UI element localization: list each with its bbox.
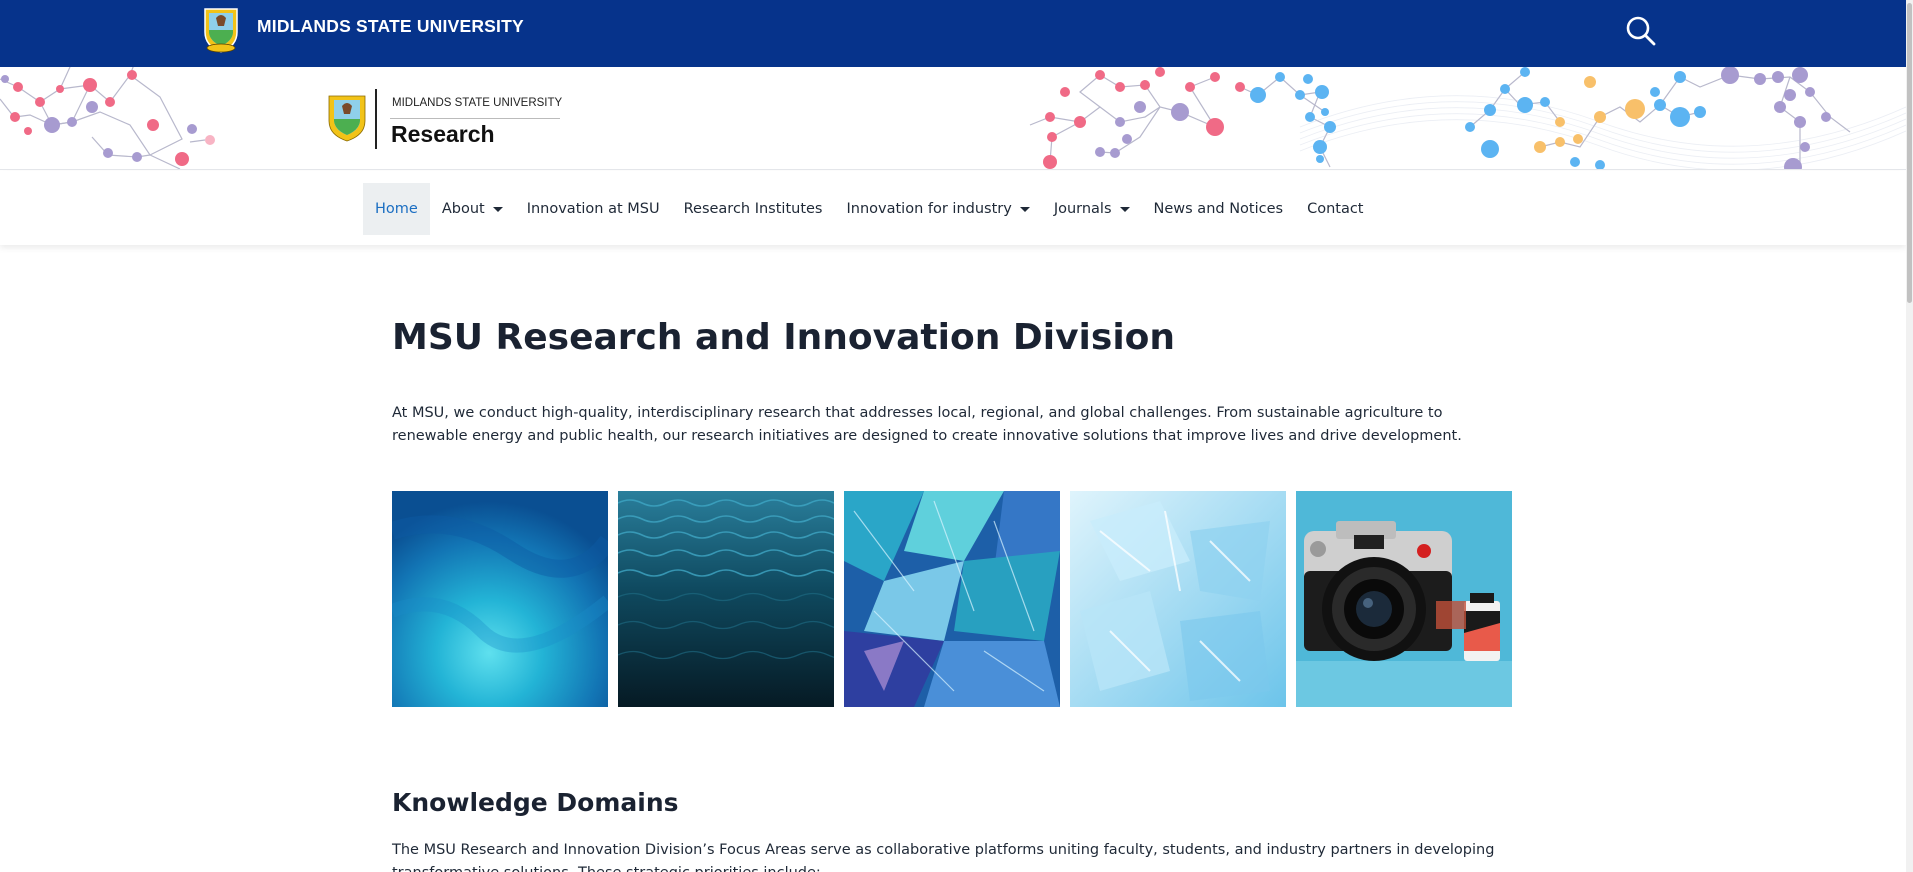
nav-item-news-and-notices[interactable]: News and Notices (1142, 183, 1296, 235)
intro-paragraph: At MSU, we conduct high-quality, interdi… (392, 405, 1462, 444)
nav-item-contact[interactable]: Contact (1295, 183, 1375, 235)
nav-item-label: Journals (1053, 201, 1112, 217)
nav-item-label: Contact (1307, 201, 1364, 217)
ice-crystals-image[interactable] (1070, 491, 1286, 707)
image-gallery (392, 491, 1514, 707)
blue-glass-shards-image-graphic (844, 491, 1060, 707)
research-logo-seal-icon[interactable] (325, 93, 369, 143)
search-icon[interactable] (1624, 14, 1658, 48)
top-bar: MIDLANDS STATE UNIVERSITY (0, 0, 1906, 67)
logo-underline (390, 118, 560, 119)
nav-item-label: Innovation at MSU (526, 201, 660, 217)
main-navigation: Home About Innovation at MSU Research Insti… (0, 171, 1906, 245)
nav-item-label: Research Institutes (683, 201, 823, 217)
leica-camera-image[interactable] (1296, 491, 1512, 707)
nav-item-about[interactable]: About (430, 183, 515, 235)
caret-down-icon (1019, 206, 1030, 212)
blue-water-image-graphic (392, 491, 608, 707)
leica-camera-image-graphic (1296, 491, 1512, 707)
nav-item-research-institutes[interactable]: Research Institutes (672, 183, 835, 235)
header-banner: MIDLANDS STATE UNIVERSITY Research (0, 67, 1906, 170)
section-paragraph: The MSU Research and Innovation Division… (392, 842, 1495, 872)
university-seal-icon[interactable] (199, 6, 243, 54)
dark-ocean-waves-image[interactable] (618, 491, 834, 707)
page-title: MSU Research and Innovation Division (392, 317, 1176, 358)
molecule-pattern-decoration (0, 67, 1906, 169)
blue-glass-shards-image[interactable] (844, 491, 1060, 707)
logo-divider (375, 89, 377, 149)
logo-university-text[interactable]: MIDLANDS STATE UNIVERSITY (392, 97, 562, 109)
nav-item-innovation-for-industry[interactable]: Innovation for industry (834, 183, 1041, 235)
blue-water-image[interactable] (392, 491, 608, 707)
nav-item-innovation-at-msu[interactable]: Innovation at MSU (515, 183, 672, 235)
nav-item-home[interactable]: Home (363, 183, 430, 235)
university-name[interactable]: MIDLANDS STATE UNIVERSITY (257, 16, 524, 37)
nav-list: Home About Innovation at MSU Research Insti… (363, 183, 1376, 235)
caret-down-icon (1119, 206, 1130, 212)
nav-item-label: Innovation for industry (846, 201, 1012, 217)
dark-ocean-waves-image-graphic (618, 491, 834, 707)
nav-item-journals[interactable]: Journals (1042, 183, 1142, 235)
caret-down-icon (492, 206, 503, 212)
ice-crystals-image-graphic (1070, 491, 1286, 707)
nav-item-label: News and Notices (1153, 201, 1284, 217)
nav-item-label: About (441, 201, 485, 217)
page-scrollbar[interactable] (1906, 0, 1913, 872)
scrollbar-thumb[interactable] (1907, 3, 1912, 303)
section-title: Knowledge Domains (392, 788, 679, 817)
logo-research-text[interactable]: Research (391, 121, 495, 148)
nav-item-label: Home (375, 201, 418, 217)
